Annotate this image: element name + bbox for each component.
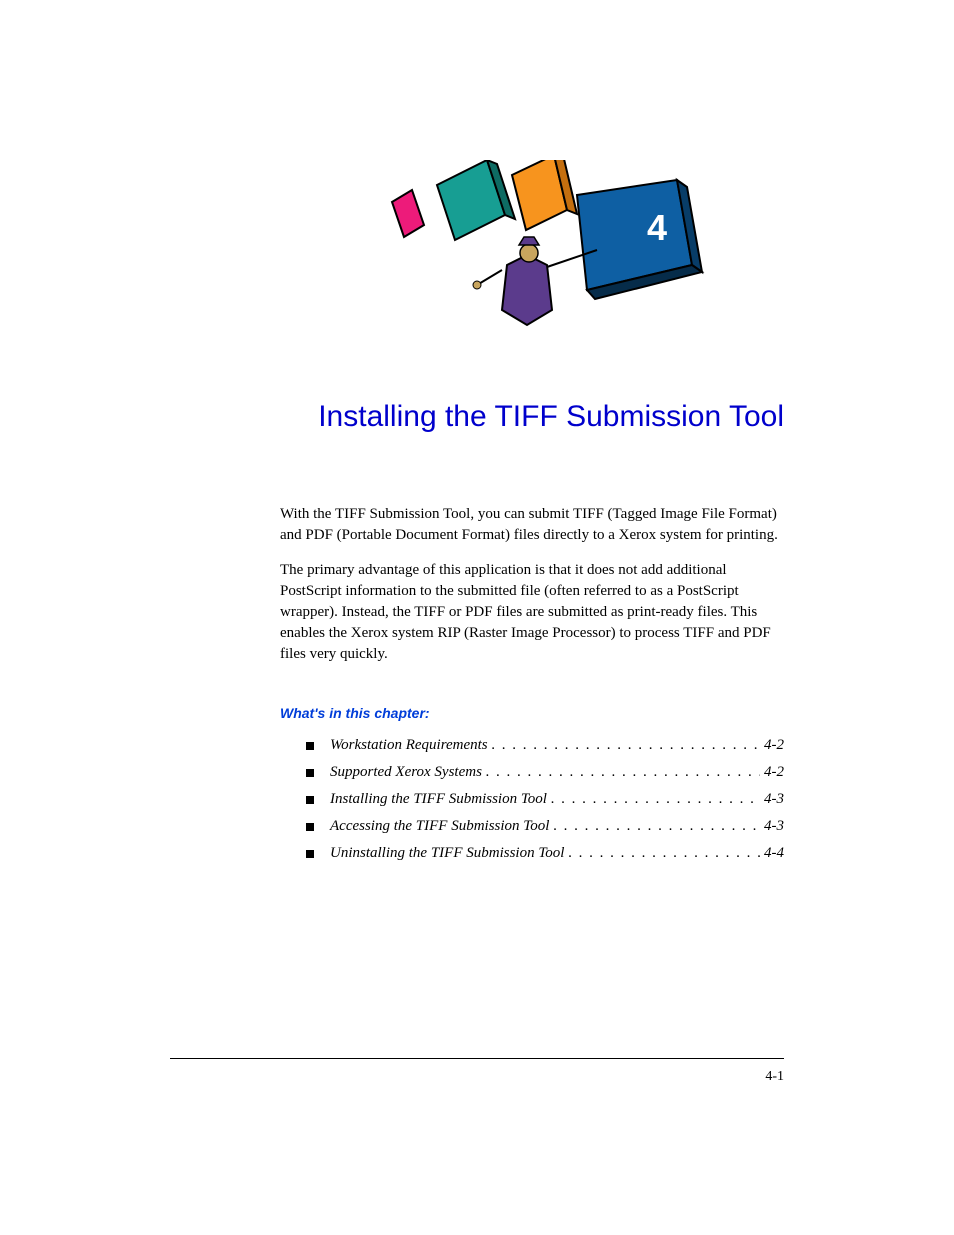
toc-label: Installing the TIFF Submission Tool: [330, 791, 547, 808]
toc-leader-dots: . . . . . . . . . . . . . . . . . . . . …: [568, 845, 760, 862]
section-heading: What's in this chapter:: [280, 705, 784, 721]
toc-page-number: 4-2: [764, 737, 784, 754]
toc-item: Workstation Requirements . . . . . . . .…: [306, 737, 784, 754]
intro-paragraph-2: The primary advantage of this applicatio…: [280, 560, 784, 665]
toc-item: Supported Xerox Systems . . . . . . . . …: [306, 764, 784, 781]
bullet-icon: [306, 742, 314, 750]
toc-page-number: 4-3: [764, 818, 784, 835]
bullet-icon: [306, 823, 314, 831]
toc-label: Accessing the TIFF Submission Tool: [330, 818, 549, 835]
bullet-icon: [306, 796, 314, 804]
toc-leader-dots: . . . . . . . . . . . . . . . . . . . . …: [551, 791, 760, 808]
toc-leader-dots: . . . . . . . . . . . . . . . . . . . . …: [492, 737, 760, 754]
toc-label: Uninstalling the TIFF Submission Tool: [330, 845, 564, 862]
chapter-number-badge: 4: [647, 207, 667, 248]
intro-paragraph-1: With the TIFF Submission Tool, you can s…: [280, 504, 784, 546]
toc-item: Accessing the TIFF Submission Tool . . .…: [306, 818, 784, 835]
toc-label: Supported Xerox Systems: [330, 764, 482, 781]
toc-list: Workstation Requirements . . . . . . . .…: [280, 737, 784, 862]
chapter-illustration: 4: [310, 160, 784, 350]
bullet-icon: [306, 850, 314, 858]
chapter-title: Installing the TIFF Submission Tool: [280, 400, 784, 434]
toc-item: Installing the TIFF Submission Tool . . …: [306, 791, 784, 808]
toc-leader-dots: . . . . . . . . . . . . . . . . . . . . …: [486, 764, 760, 781]
toc-leader-dots: . . . . . . . . . . . . . . . . . . . . …: [553, 818, 760, 835]
toc-page-number: 4-3: [764, 791, 784, 808]
bullet-icon: [306, 769, 314, 777]
toc-label: Workstation Requirements: [330, 737, 488, 754]
toc-item: Uninstalling the TIFF Submission Tool . …: [306, 845, 784, 862]
page-number: 4-1: [765, 1069, 784, 1084]
page-footer: 4-1: [170, 1058, 784, 1085]
toc-page-number: 4-2: [764, 764, 784, 781]
toc-page-number: 4-4: [764, 845, 784, 862]
